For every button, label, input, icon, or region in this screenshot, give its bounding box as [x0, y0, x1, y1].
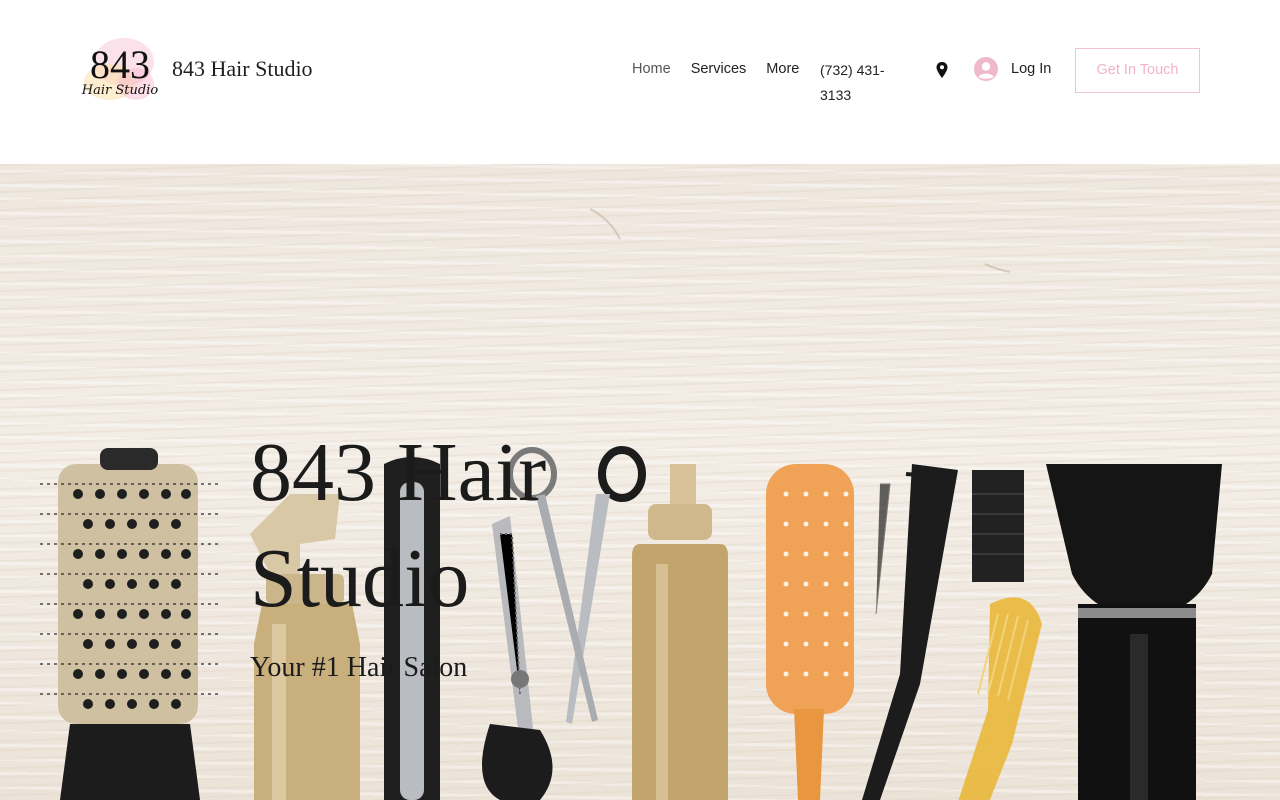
nav-item-more[interactable]: More: [766, 61, 799, 77]
hero-title: 843 Hair Studio: [250, 426, 547, 625]
login-button[interactable]: Log In: [974, 57, 1051, 81]
hero-subtitle: Your #1 Hair Salon: [250, 652, 468, 683]
hero-section: 843 Hair Studio Your #1 Hair Salon: [0, 164, 1280, 800]
phone-number[interactable]: (732) 431-3133: [820, 58, 900, 108]
logo-script: Hair Studio: [81, 83, 159, 98]
nav-item-home[interactable]: Home: [632, 61, 671, 77]
get-in-touch-button[interactable]: Get In Touch: [1075, 48, 1200, 93]
hair-dryer-icon: [1046, 464, 1222, 800]
logo-number: 843: [90, 42, 150, 87]
site-header: 843 Hair Studio 843 Hair Studio Home Ser…: [0, 0, 1280, 164]
user-avatar-icon: [974, 57, 998, 81]
map-pin-icon[interactable]: [935, 61, 949, 79]
comb-icon: [958, 597, 1042, 800]
login-label: Log In: [1011, 61, 1052, 77]
nav-item-services[interactable]: Services: [691, 61, 747, 77]
main-nav: Home Services More: [632, 61, 819, 77]
site-logo[interactable]: 843 Hair Studio: [80, 32, 160, 108]
paddle-brush-icon: [766, 464, 854, 800]
site-title[interactable]: 843 Hair Studio: [172, 56, 313, 82]
round-brush-icon: [40, 448, 220, 800]
